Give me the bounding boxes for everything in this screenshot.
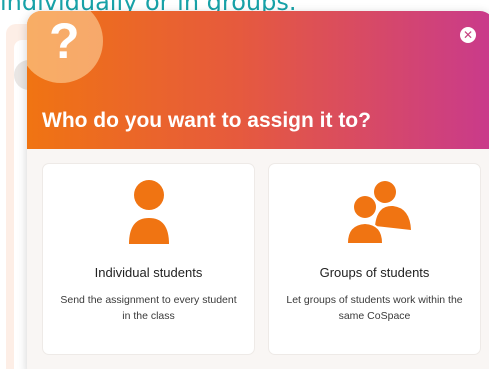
individual-students-option[interactable]: Individual students Send the assignment … [42,163,255,355]
option-title: Individual students [94,265,203,280]
group-icon [345,181,411,245]
person-icon [128,180,169,244]
assign-modal: ? ✕ Who do you want to assign it to? Ind… [27,11,489,369]
assign-options: Individual students Send the assignment … [42,163,482,355]
close-icon[interactable]: ✕ [460,27,476,43]
groups-of-students-option[interactable]: Groups of students Let groups of student… [268,163,481,355]
option-title: Groups of students [319,265,430,280]
modal-title: Who do you want to assign it to? [42,109,371,132]
modal-header: ? ✕ Who do you want to assign it to? [27,11,489,149]
page: individually or in groups. ? ✕ Who do yo… [0,0,489,369]
option-description: Let groups of students work within the s… [286,294,463,322]
option-description: Send the assignment to every student in … [60,294,237,322]
question-mark-icon: ? [49,13,80,69]
